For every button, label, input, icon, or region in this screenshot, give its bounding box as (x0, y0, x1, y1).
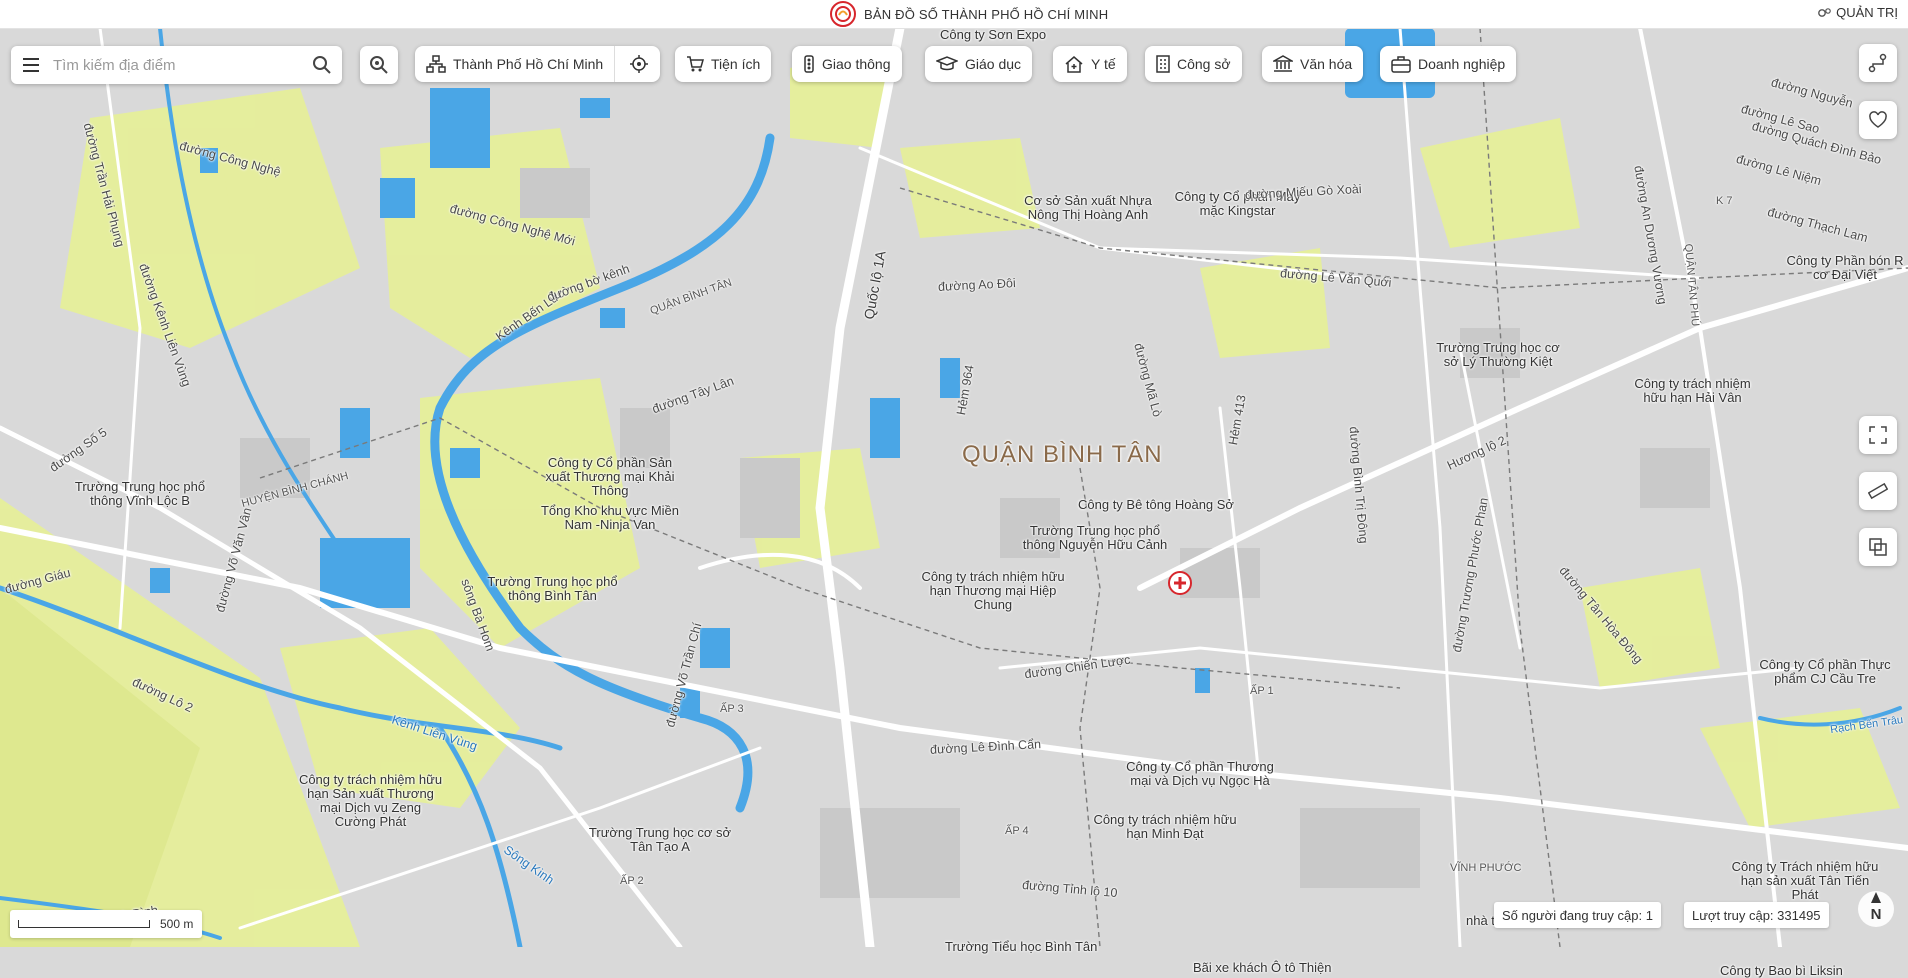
zoom-search-button[interactable] (360, 46, 398, 84)
admin-label: VĨNH PHƯỚC (1450, 862, 1522, 874)
category-label: Tiện ích (711, 56, 761, 72)
poi-label: Công ty Phần bón R cơ Đại Việt (1786, 253, 1904, 282)
poi-label: Trường Trung học phổ thông Vĩnh Lộc B (74, 479, 206, 508)
poi-label: Trường Trung học phổ thông Bình Tân (487, 574, 618, 603)
poi-label: Trường Trung học cơ sở Lý Thường Kiệt (1436, 340, 1560, 369)
category-label: Văn hóa (1300, 56, 1353, 72)
city-selector-label: Thành Phố Hồ Chí Minh (453, 56, 604, 72)
search-input[interactable] (51, 55, 295, 75)
category-giao-thong[interactable]: Giao thông (792, 46, 902, 82)
hamlet-label: ẤP 3 (720, 703, 744, 715)
category-cong-so[interactable]: Công sở (1145, 46, 1242, 82)
admin-label: QUẢN TRỊ (1836, 5, 1898, 20)
divider (614, 46, 616, 82)
poi-label: Tổng Kho khu vực Miền Nam -Ninja Van (540, 503, 680, 532)
heart-icon (1869, 111, 1887, 128)
layers-icon (1869, 538, 1887, 556)
compass-label: N (1870, 906, 1882, 923)
city-selector[interactable]: Thành Phố Hồ Chí Minh (415, 46, 660, 82)
poi-label: Công ty Bê tông Hoàng Sở (1078, 497, 1234, 512)
poi-label: Cơ sở Sản xuất Nhựa Nông Thị Hoàng Anh (1024, 193, 1152, 222)
poi-label: Công ty trách nhiệm hữu hạn Minh Đạt (1093, 812, 1237, 841)
briefcase-icon (1391, 55, 1411, 73)
category-giao-duc[interactable]: Giáo dục (925, 46, 1033, 82)
category-tien-ich[interactable]: Tiện ích (675, 46, 772, 82)
office-building-icon (1156, 55, 1170, 73)
layers-button[interactable] (1859, 528, 1897, 566)
poi-label: Công ty Cổ phần Thực phẩm CJ Cầu Tre (1759, 657, 1891, 686)
hamlet-label: ẤP 4 (1005, 825, 1029, 837)
hamlet-label: ẤP 2 (620, 875, 644, 887)
hierarchy-icon (426, 55, 446, 73)
traffic-light-icon (804, 55, 814, 73)
poi-label: Bãi xe khách Ô tô Thiện (1193, 960, 1332, 975)
poi-label: Công ty Cổ phần Sản xuất Thương mại Khải… (545, 455, 675, 498)
online-users-stat: Số người đang truy cập: 1 (1494, 902, 1661, 928)
map-label: Công ty Sơn Expo (940, 27, 1047, 42)
search-box (11, 46, 342, 84)
category-van-hoa[interactable]: Văn hóa (1262, 46, 1364, 82)
category-label: Y tế (1091, 56, 1116, 72)
fullscreen-button[interactable] (1859, 416, 1897, 454)
category-label: Giáo dục (965, 56, 1022, 72)
category-label: Công sở (1177, 56, 1231, 72)
graduation-cap-icon (936, 56, 958, 71)
locate-icon[interactable] (622, 55, 656, 73)
poi-label: Trường Trung học phổ thông Nguyễn Hữu Cả… (1022, 523, 1168, 552)
route-button[interactable] (1859, 44, 1897, 82)
city-logo-icon (830, 1, 856, 27)
scale-line (18, 920, 150, 928)
route-icon (1868, 53, 1887, 73)
admin-gear-icon (1818, 7, 1831, 17)
app-title: BẢN ĐỒ SỐ THÀNH PHỐ HỒ CHÍ MINH (864, 6, 1109, 22)
map-canvas[interactable]: QUẬN BÌNH TÂN Công ty Sơn Expo đường Côn… (0, 27, 1908, 978)
medical-house-icon (1065, 56, 1083, 73)
district-label: QUẬN BÌNH TÂN (962, 441, 1163, 468)
poi-label: Trường Trung học cơ sở Tân Tạo A (588, 825, 732, 854)
menu-icon[interactable] (11, 46, 51, 84)
search-icon[interactable] (312, 55, 332, 80)
museum-icon (1273, 55, 1293, 72)
poi-label: Công ty trách nhiệm hữu hạn Thương mại H… (921, 569, 1065, 612)
category-label: Doanh nghiệp (1418, 56, 1506, 72)
poi-label: Công ty trách nhiệm hữu hạn Sản xuất Thư… (298, 772, 443, 829)
compass[interactable]: N (1856, 889, 1896, 929)
top-header-bar: BẢN ĐỒ SỐ THÀNH PHỐ HỒ CHÍ MINH QUẢN TRỊ (0, 0, 1908, 29)
poi-label: Công ty trách nhiệm hữu hạn Hải Vân (1634, 376, 1751, 405)
admin-link[interactable]: QUẢN TRỊ (1816, 5, 1898, 20)
measure-button[interactable] (1859, 472, 1897, 510)
poi-label: Công ty Cổ phần Thương mại và Dịch vụ Ng… (1126, 759, 1274, 788)
cart-icon (687, 56, 704, 72)
total-visits-stat: Lượt truy cập: 331495 (1684, 902, 1829, 928)
hamlet-label: ẤP 1 (1250, 685, 1274, 697)
scale-label: 500 m (160, 917, 194, 931)
hamlet-label: K 7 (1716, 195, 1733, 207)
category-label: Giao thông (822, 56, 891, 72)
zoom-search-icon (370, 56, 388, 74)
poi-label: Công ty Bao bì Liksin (1720, 963, 1843, 978)
favorites-button[interactable] (1859, 101, 1897, 139)
category-y-te[interactable]: Y tế (1053, 46, 1127, 82)
fullscreen-icon (1869, 426, 1887, 444)
poi-label: Trường Tiểu học Bình Tân (945, 939, 1098, 954)
brand[interactable]: BẢN ĐỒ SỐ THÀNH PHỐ HỒ CHÍ MINH (830, 1, 1109, 27)
category-doanh-nghiep[interactable]: Doanh nghiệp (1380, 46, 1517, 82)
scale-bar: 500 m (10, 910, 202, 938)
ruler-icon (1868, 482, 1888, 500)
